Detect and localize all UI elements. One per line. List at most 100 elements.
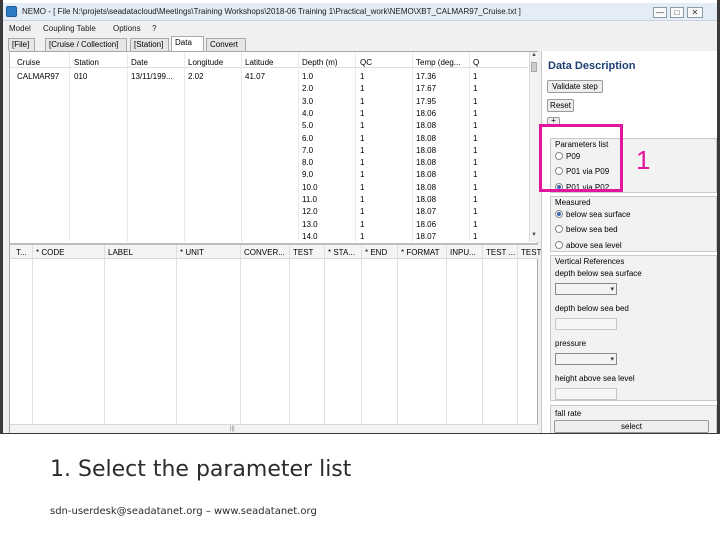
cell-qc[interactable]: 1 <box>360 121 364 130</box>
select-button[interactable]: select <box>554 420 709 433</box>
cell-depth[interactable]: 6.0 <box>302 134 313 143</box>
cell-q[interactable]: 1 <box>473 134 477 143</box>
cell-depth[interactable]: 2.0 <box>302 84 313 93</box>
meta-col-unit[interactable]: * UNIT <box>180 248 204 257</box>
cell-temp[interactable]: 17.67 <box>416 84 436 93</box>
cell-depth[interactable]: 3.0 <box>302 97 313 106</box>
cell-q[interactable]: 1 <box>473 158 477 167</box>
col-header-cruise[interactable]: Cruise <box>17 58 40 67</box>
cell-q[interactable]: 1 <box>473 170 477 179</box>
depth-below-sea-bed-select[interactable] <box>555 318 617 330</box>
menu-help[interactable]: ? <box>152 24 156 33</box>
cell-q[interactable]: 1 <box>473 109 477 118</box>
col-header-station[interactable]: Station <box>74 58 99 67</box>
cell-temp[interactable]: 18.08 <box>416 134 436 143</box>
cell-date[interactable]: 13/11/199... <box>131 72 173 81</box>
tab-station[interactable]: [Station] <box>130 38 169 51</box>
cell-qc[interactable]: 1 <box>360 97 364 106</box>
depth-below-sea-surface-select[interactable]: ▾ <box>555 283 617 295</box>
cell-qc[interactable]: 1 <box>360 72 364 81</box>
horizontal-scrollbar[interactable]: ||| <box>10 424 538 433</box>
cell-qc[interactable]: 1 <box>360 232 364 241</box>
cell-temp[interactable]: 18.06 <box>416 220 436 229</box>
scroll-thumb[interactable] <box>531 62 537 72</box>
cell-qc[interactable]: 1 <box>360 134 364 143</box>
cell-temp[interactable]: 18.08 <box>416 170 436 179</box>
menu-model[interactable]: Model <box>9 24 31 33</box>
cell-temp[interactable]: 17.95 <box>416 97 436 106</box>
meta-col-conversion[interactable]: CONVER... <box>244 248 285 257</box>
cell-depth[interactable]: 14.0 <box>302 232 318 241</box>
cell-qc[interactable]: 1 <box>360 146 364 155</box>
cell-depth[interactable]: 9.0 <box>302 170 313 179</box>
col-header-temp[interactable]: Temp (deg... <box>416 58 460 67</box>
tab-file[interactable]: [File] <box>8 38 35 51</box>
minimize-button[interactable]: — <box>653 7 667 18</box>
cell-temp[interactable]: 17.36 <box>416 72 436 81</box>
cell-qc[interactable]: 1 <box>360 183 364 192</box>
validate-step-button[interactable]: Validate step <box>547 80 603 93</box>
cell-qc[interactable]: 1 <box>360 158 364 167</box>
cell-qc[interactable]: 1 <box>360 220 364 229</box>
meta-col-test-2[interactable]: TEST ... <box>486 248 515 257</box>
col-header-longitude[interactable]: Longitude <box>188 58 223 67</box>
close-button[interactable]: ✕ <box>687 7 703 18</box>
meta-col-label[interactable]: LABEL <box>108 248 133 257</box>
cell-temp[interactable]: 18.08 <box>416 146 436 155</box>
meta-col-end[interactable]: * END <box>365 248 387 257</box>
col-header-qc[interactable]: QC <box>360 58 372 67</box>
cell-temp[interactable]: 18.07 <box>416 207 436 216</box>
cell-q[interactable]: 1 <box>473 72 477 81</box>
radio-icon[interactable] <box>555 225 563 233</box>
cell-temp[interactable]: 18.08 <box>416 195 436 204</box>
col-header-q[interactable]: Q <box>473 58 479 67</box>
pressure-select[interactable]: ▾ <box>555 353 617 365</box>
cell-q[interactable]: 1 <box>473 195 477 204</box>
cell-q[interactable]: 1 <box>473 121 477 130</box>
meta-col-type[interactable]: T... <box>16 248 27 257</box>
reset-button[interactable]: Reset <box>547 99 574 112</box>
cell-depth[interactable]: 11.0 <box>302 195 317 204</box>
cell-q[interactable]: 1 <box>473 232 477 241</box>
cell-depth[interactable]: 8.0 <box>302 158 313 167</box>
maximize-button[interactable]: □ <box>670 7 684 18</box>
cell-qc[interactable]: 1 <box>360 195 364 204</box>
cell-q[interactable]: 1 <box>473 84 477 93</box>
cell-latitude[interactable]: 41.07 <box>245 72 265 81</box>
meta-col-code[interactable]: * CODE <box>36 248 64 257</box>
cell-q[interactable]: 1 <box>473 97 477 106</box>
meta-col-start[interactable]: * STA... <box>328 248 355 257</box>
scroll-up-icon[interactable]: ▲ <box>530 52 538 61</box>
cell-temp[interactable]: 18.08 <box>416 183 436 192</box>
cell-cruise[interactable]: CALMAR97 <box>17 72 59 81</box>
cell-depth[interactable]: 10.0 <box>302 183 318 192</box>
cell-depth[interactable]: 7.0 <box>302 146 313 155</box>
cell-qc[interactable]: 1 <box>360 84 364 93</box>
radio-icon[interactable] <box>555 241 563 249</box>
cell-temp[interactable]: 18.06 <box>416 109 436 118</box>
cell-q[interactable]: 1 <box>473 183 477 192</box>
cell-longitude[interactable]: 2.02 <box>188 72 204 81</box>
scroll-grip-icon[interactable]: ||| <box>230 426 235 432</box>
vertical-scrollbar[interactable]: ▲ ▼ <box>529 52 538 242</box>
tab-data[interactable]: Data <box>171 36 204 51</box>
cell-temp[interactable]: 18.07 <box>416 232 436 241</box>
col-header-latitude[interactable]: Latitude <box>245 58 273 67</box>
meta-col-format[interactable]: * FORMAT <box>401 248 440 257</box>
cell-qc[interactable]: 1 <box>360 207 364 216</box>
cell-q[interactable]: 1 <box>473 146 477 155</box>
cell-q[interactable]: 1 <box>473 220 477 229</box>
tab-convert[interactable]: Convert <box>206 38 246 51</box>
cell-q[interactable]: 1 <box>473 207 477 216</box>
menu-coupling-table[interactable]: Coupling Table <box>43 24 96 33</box>
cell-temp[interactable]: 18.08 <box>416 158 436 167</box>
radio-selected-icon[interactable] <box>555 210 563 218</box>
cell-depth[interactable]: 13.0 <box>302 220 318 229</box>
meta-col-test-3[interactable]: TEST <box>521 248 541 257</box>
cell-qc[interactable]: 1 <box>360 109 364 118</box>
cell-depth[interactable]: 5.0 <box>302 121 313 130</box>
menu-options[interactable]: Options <box>113 24 141 33</box>
cell-depth[interactable]: 12.0 <box>302 207 318 216</box>
tab-cruise-collection[interactable]: [Cruise / Collection] <box>45 38 127 51</box>
meta-col-test[interactable]: TEST <box>293 248 313 257</box>
